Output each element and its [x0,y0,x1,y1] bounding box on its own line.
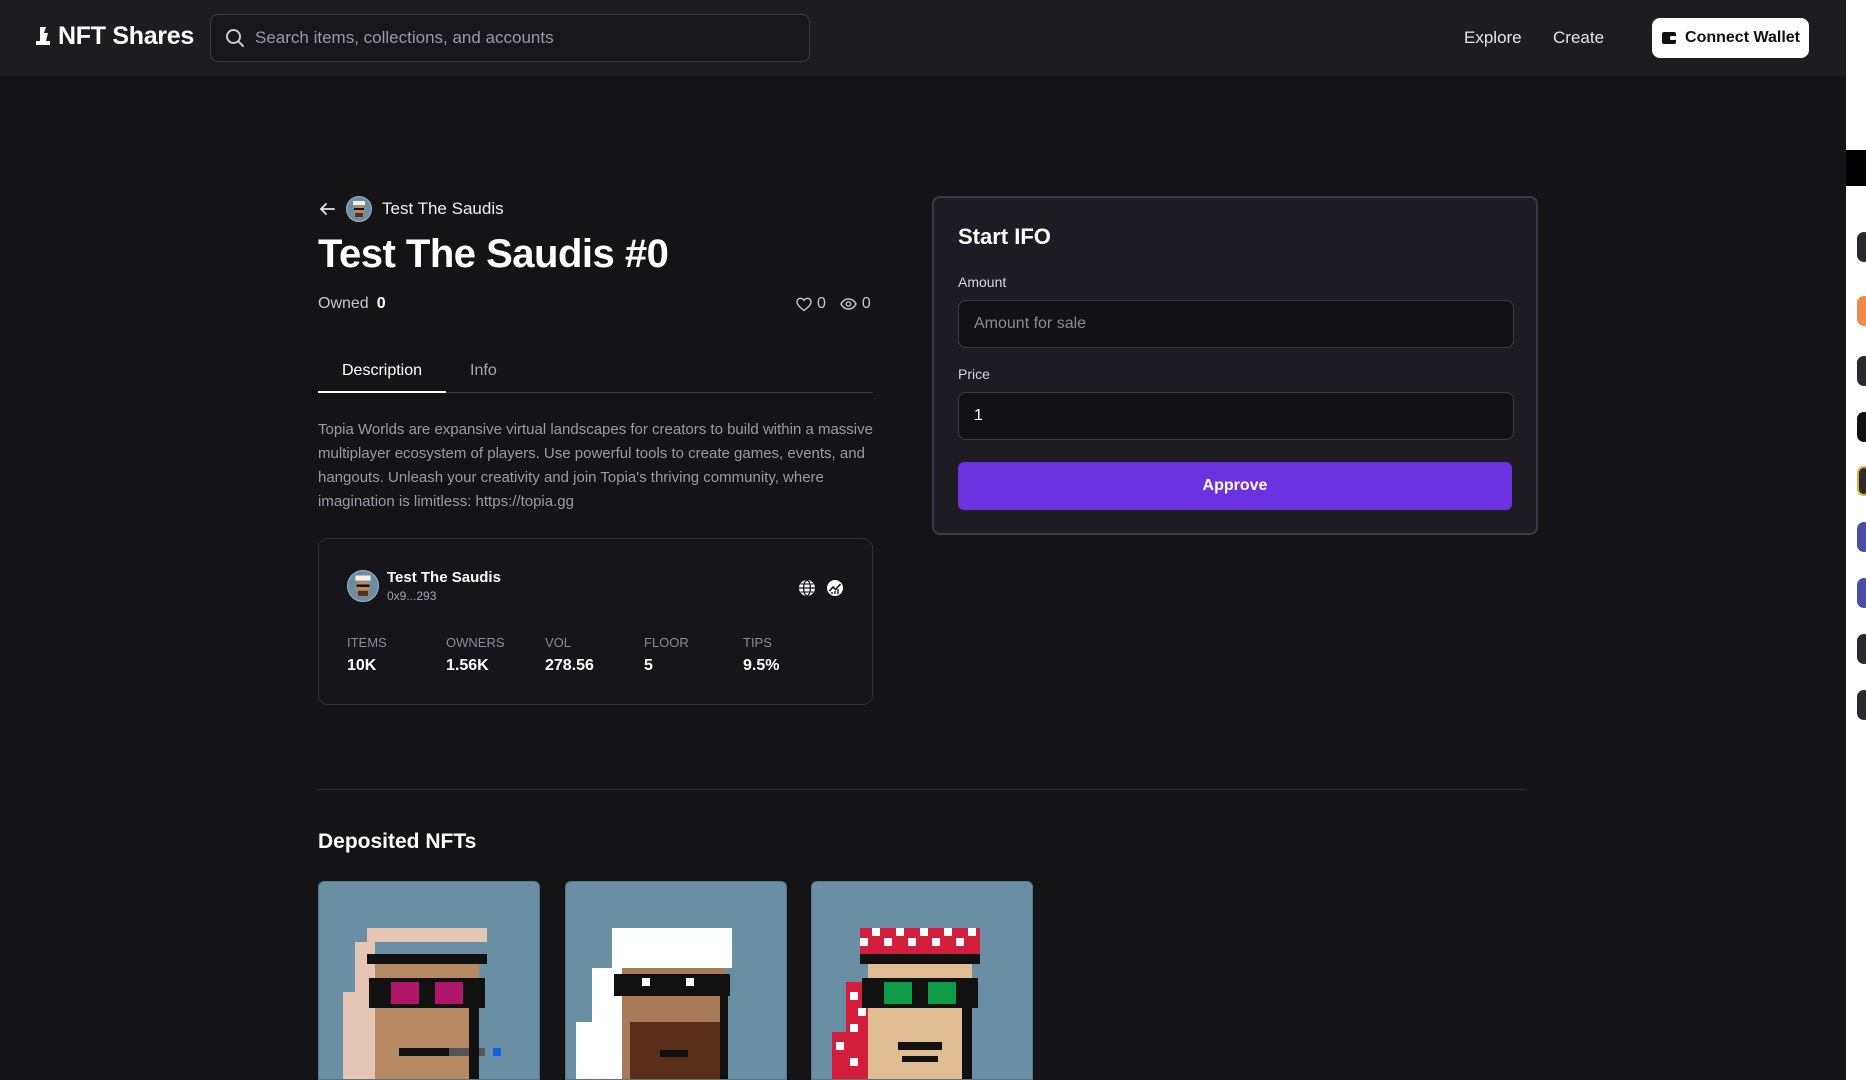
collection-header[interactable]: Test The Saudis 0x9...293 [347,569,501,603]
stat-label: FLOOR [644,635,689,650]
item-title: Test The Saudis #0 [318,232,669,276]
search-input[interactable] [255,28,795,48]
side-panel-block [1846,150,1866,186]
owned-value: 0 [376,295,386,312]
stat-label: OWNERS [446,635,505,650]
likes-stat[interactable]: 0 [796,295,826,313]
stat-tips: TIPS 9.5% [743,635,842,675]
nav-explore[interactable]: Explore [1464,28,1522,48]
collection-name: Test The Saudis [387,569,501,586]
connect-wallet-label: Connect Wallet [1685,29,1800,46]
wallet-icon [1662,32,1677,44]
search-icon [226,29,244,47]
collection-avatar [347,570,379,602]
collection-address: 0x9...293 [387,589,437,603]
side-panel-button[interactable] [1857,690,1866,720]
nft-image [566,882,786,1079]
collection-links [798,579,844,597]
eye-icon [840,298,857,310]
section-divider [318,789,1526,790]
item-engagement: 0 0 [796,295,871,313]
owned-count: Owned 0 [318,295,386,313]
side-panel-button[interactable] [1857,296,1866,326]
approve-button[interactable]: Approve [958,462,1512,510]
price-input[interactable] [958,392,1514,440]
views-stat: 0 [840,295,871,313]
views-count: 0 [861,295,871,312]
tab-description[interactable]: Description [318,356,447,393]
stat-value: 278.56 [545,657,594,674]
brand-logo[interactable]: NFT Shares [34,22,194,51]
likes-count: 0 [817,295,826,312]
brand-name: NFT Shares [58,22,194,50]
stat-owners: OWNERS 1.56K [446,635,545,675]
nav-create[interactable]: Create [1553,28,1604,48]
side-panel-button[interactable] [1857,412,1866,442]
amount-input[interactable] [958,300,1514,348]
back-arrow-icon[interactable] [318,200,336,218]
side-panel-button[interactable] [1857,634,1866,664]
owned-label: Owned [318,295,369,312]
collection-stats: ITEMS 10K OWNERS 1.56K VOL 278.56 FLOOR … [347,635,842,675]
stat-label: VOL [545,635,572,650]
nft-card[interactable] [565,881,787,1080]
stat-volume: VOL 278.56 [545,635,644,675]
stat-floor: FLOOR 5 [644,635,743,675]
globe-icon[interactable] [798,579,816,597]
chart-icon[interactable] [826,579,844,597]
heart-icon [796,297,812,311]
item-description: Topia Worlds are expansive virtual lands… [318,421,873,510]
stat-items: ITEMS 10K [347,635,446,675]
collection-avatar [346,196,372,222]
stat-label: TIPS [743,635,772,650]
stat-label: ITEMS [347,635,387,650]
logo-icon [36,26,50,45]
amount-label: Amount [958,274,1007,290]
nft-card[interactable] [811,881,1033,1080]
side-panel-button[interactable] [1857,232,1866,262]
side-panel-button[interactable] [1857,522,1866,552]
start-ifo-panel: Start IFO Amount Price Approve [932,196,1538,535]
stat-value: 9.5% [743,657,780,674]
deposited-nfts-title: Deposited NFTs [318,830,477,853]
avatar-image [355,575,371,596]
top-navbar: NFT Shares Explore Create Connect Wallet [0,0,1846,76]
ifo-title: Start IFO [958,224,1051,249]
side-panel-button[interactable] [1857,466,1866,496]
breadcrumb: Test The Saudis [318,196,504,222]
price-label: Price [958,366,990,382]
side-panel-button[interactable] [1857,578,1866,608]
collection-link[interactable]: Test The Saudis [382,199,504,219]
stat-value: 1.56K [446,657,489,674]
nft-card[interactable] [318,881,540,1080]
stat-value: 5 [644,657,653,674]
tab-info[interactable]: Info [446,356,521,393]
search-bar[interactable] [210,14,810,62]
nft-image [319,882,539,1079]
item-tabs: Description Info [318,356,873,393]
collection-card: Test The Saudis 0x9...293 ITEMS 10K OWNE… [318,538,873,705]
stat-value: 10K [347,657,377,674]
side-panel-button[interactable] [1857,356,1866,386]
nft-image [812,882,1032,1079]
avatar-image [353,201,365,217]
connect-wallet-button[interactable]: Connect Wallet [1652,18,1809,58]
